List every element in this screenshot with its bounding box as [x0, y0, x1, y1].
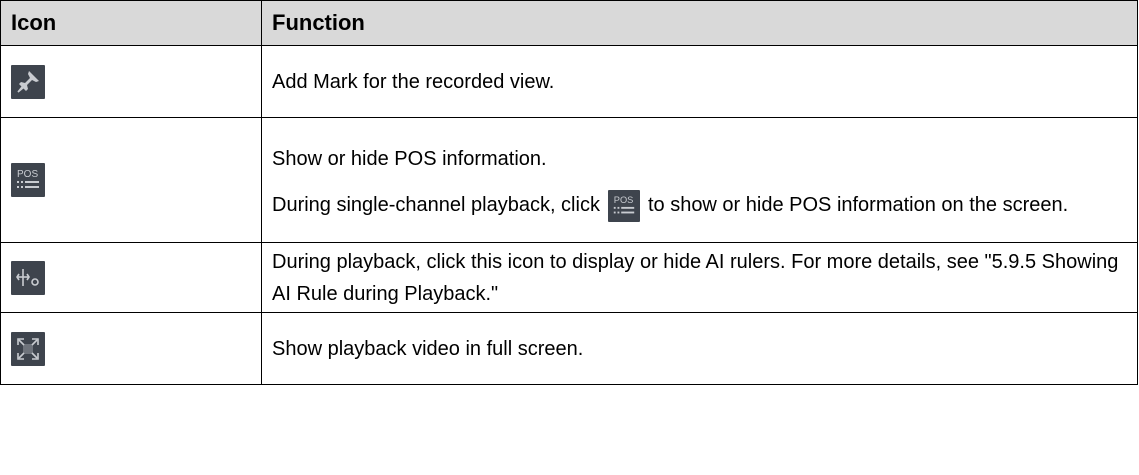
svg-text:POS: POS	[17, 169, 38, 180]
pos-line-2-before: During single-channel playback, click	[272, 193, 600, 216]
pin-icon	[11, 64, 45, 99]
pos-line-2: During single-channel playback, click PO…	[272, 189, 1127, 222]
pos-line-1: Show or hide POS information.	[272, 147, 547, 170]
pos-icon: POS	[11, 163, 45, 197]
header-function: Function	[261, 0, 1138, 46]
icon-cell	[0, 242, 262, 313]
function-text: Show playback video in full screen.	[261, 312, 1138, 385]
icon-cell	[0, 45, 262, 118]
table-row: During playback, click this icon to disp…	[0, 242, 1138, 313]
fullscreen-icon	[11, 331, 45, 366]
table-header-row: Icon Function	[0, 0, 1138, 46]
function-text: During playback, click this icon to disp…	[261, 242, 1138, 313]
pos-line-2-after: to show or hide POS information on the s…	[647, 193, 1069, 216]
icon-function-table: Icon Function Add Mark for the recorded …	[0, 0, 1138, 385]
table-row: POS Show or hide POS information. During…	[0, 117, 1138, 243]
icon-cell: POS	[0, 117, 262, 243]
svg-text:POS: POS	[614, 195, 634, 205]
pos-icon: POS	[607, 189, 640, 222]
icon-cell	[0, 312, 262, 385]
table-row: Add Mark for the recorded view.	[0, 45, 1138, 118]
header-icon: Icon	[0, 0, 262, 46]
table-row: Show playback video in full screen.	[0, 312, 1138, 385]
function-text: Add Mark for the recorded view.	[261, 45, 1138, 118]
ai-ruler-icon	[11, 260, 45, 295]
function-text: Show or hide POS information. During sin…	[261, 117, 1138, 243]
